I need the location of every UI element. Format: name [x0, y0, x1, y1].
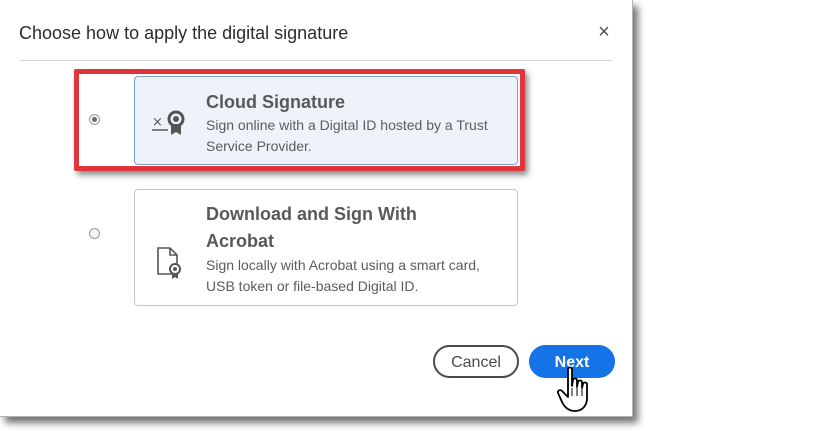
- hand-pointer-icon: [556, 366, 596, 419]
- svg-text:×: ×: [152, 115, 163, 130]
- option-card-cloud-signature[interactable]: × Cloud Signature Sign online with a Dig…: [134, 76, 518, 165]
- document-certificate-icon: [155, 246, 185, 285]
- option-card-download-sign[interactable]: Download and Sign With Acrobat Sign loca…: [134, 189, 518, 306]
- option-title-cloud-signature: Cloud Signature: [206, 92, 345, 112]
- option-description-download-sign: Sign locally with Acrobat using a smart …: [206, 257, 480, 294]
- radio-cloud-signature[interactable]: [89, 114, 100, 125]
- dialog-title: Choose how to apply the digital signatur…: [19, 23, 349, 43]
- option-description-cloud-signature: Sign online with a Digital ID hosted by …: [206, 117, 488, 154]
- cloud-signature-icon: ×: [152, 108, 186, 143]
- radio-download-sign[interactable]: [89, 228, 100, 239]
- cancel-button[interactable]: Cancel: [433, 345, 519, 378]
- signature-dialog: Choose how to apply the digital signatur…: [0, 0, 633, 417]
- option-title-download-sign: Download and Sign With Acrobat: [206, 204, 417, 251]
- header-divider: [19, 60, 613, 61]
- close-button[interactable]: ×: [594, 22, 614, 42]
